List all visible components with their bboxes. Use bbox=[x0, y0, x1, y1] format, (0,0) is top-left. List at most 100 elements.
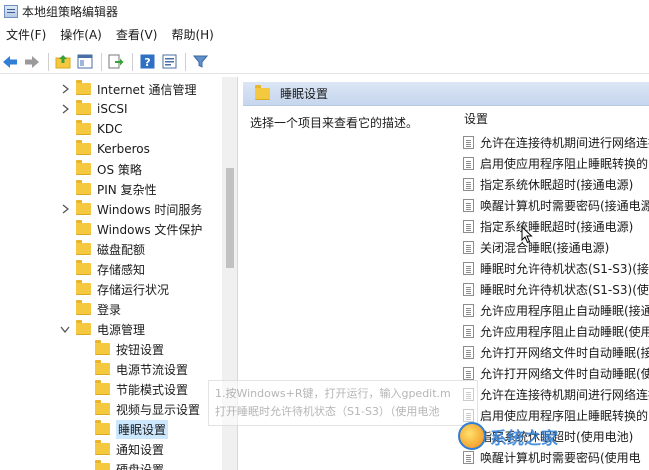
tree-item-label: Windows 文件保护 bbox=[97, 222, 203, 237]
folder-icon bbox=[95, 380, 110, 395]
menu-action[interactable]: 操作(A) bbox=[54, 25, 108, 45]
tree-item[interactable]: 登录 bbox=[60, 299, 121, 319]
setting-row[interactable]: 允许打开网络文件时自动睡眠(接 bbox=[461, 342, 649, 362]
setting-row[interactable]: 启用使应用程序阻止睡眠转换的 bbox=[461, 153, 649, 173]
tree-item[interactable]: KDC bbox=[60, 119, 123, 139]
tree-item[interactable]: Windows 时间服务 bbox=[60, 199, 202, 219]
details-header-title: 睡眠设置 bbox=[280, 87, 329, 101]
setting-label: 允许应用程序阻止自动睡眠(使用 bbox=[480, 324, 649, 339]
tree-item[interactable]: 节能模式设置 bbox=[79, 379, 188, 399]
menu-file[interactable]: 文件(F) bbox=[0, 25, 52, 45]
setting-row[interactable]: 唤醒计算机时需要密码(使用电 bbox=[461, 447, 649, 467]
logo-badge-icon bbox=[458, 422, 486, 450]
setting-label: 允许打开网络文件时自动睡眠(使 bbox=[480, 366, 649, 381]
setting-row[interactable]: 唤醒计算机时需要密码(接通电源) bbox=[461, 195, 649, 215]
policy-setting-icon bbox=[463, 219, 474, 233]
tree-item-label: 磁盘配额 bbox=[97, 242, 146, 257]
tree-item[interactable]: OS 策略 bbox=[60, 159, 142, 179]
tutorial-line-2: 打开睡眠时允许待机状态（S1-S3）（使用电池 bbox=[215, 405, 440, 418]
back-arrow-icon[interactable] bbox=[0, 52, 20, 72]
chevron-down-icon[interactable] bbox=[60, 324, 70, 334]
show-hide-tree-icon[interactable] bbox=[75, 52, 95, 72]
tree-item[interactable]: 视频与显示设置 bbox=[79, 399, 200, 419]
toolbar-separator bbox=[48, 52, 49, 71]
setting-row[interactable]: 允许应用程序阻止自动睡眠(接通 bbox=[461, 300, 649, 320]
folder-icon bbox=[76, 100, 91, 115]
tree-item[interactable]: 磁盘配额 bbox=[60, 239, 145, 259]
folder-icon bbox=[76, 120, 91, 135]
policy-setting-icon bbox=[463, 345, 474, 359]
properties-icon[interactable] bbox=[159, 52, 179, 72]
setting-row[interactable]: 关闭混合睡眠(接通电源) bbox=[461, 237, 649, 257]
folder-icon bbox=[76, 220, 91, 235]
folder-icon bbox=[76, 180, 91, 195]
setting-label: 关闭混合睡眠(接通电源) bbox=[480, 240, 610, 255]
menu-view[interactable]: 查看(V) bbox=[110, 25, 164, 45]
setting-row[interactable]: 指定系统休眠超时(接通电源) bbox=[461, 174, 649, 194]
policy-setting-icon bbox=[463, 366, 474, 380]
open-folder-icon bbox=[76, 320, 91, 335]
folder-icon bbox=[76, 80, 91, 95]
tree-item-label: 登录 bbox=[97, 302, 122, 317]
column-header-setting[interactable]: 设置 bbox=[464, 110, 488, 128]
tree-item[interactable]: Internet 通信管理 bbox=[60, 79, 196, 99]
svg-text:?: ? bbox=[144, 56, 150, 69]
description-text: 选择一个项目来查看它的描述。 bbox=[250, 116, 419, 130]
folder-icon bbox=[76, 300, 91, 315]
open-folder-icon bbox=[95, 420, 110, 435]
tree-item-label: Internet 通信管理 bbox=[97, 82, 197, 97]
setting-row[interactable]: 允许在连接待机期间进行网络连接 bbox=[461, 384, 649, 404]
setting-label: 启用使应用程序阻止睡眠转换的 bbox=[480, 408, 649, 423]
filter-icon[interactable] bbox=[190, 52, 210, 72]
tree-item[interactable]: 电源节流设置 bbox=[79, 359, 188, 379]
tree-scrollbar-thumb[interactable] bbox=[226, 168, 234, 268]
tree-item-selected[interactable]: 睡眠设置 bbox=[79, 419, 169, 439]
folder-icon bbox=[76, 140, 91, 155]
tree-item-label: Windows 时间服务 bbox=[97, 202, 203, 217]
details-header: 睡眠设置 bbox=[243, 82, 649, 106]
chevron-right-icon[interactable] bbox=[60, 204, 70, 214]
tree-item[interactable]: 存储运行状况 bbox=[60, 279, 169, 299]
tree-item[interactable]: 硬盘设置 bbox=[79, 459, 164, 470]
tree-item[interactable]: 存储感知 bbox=[60, 259, 145, 279]
tree-item[interactable]: 通知设置 bbox=[79, 439, 164, 459]
menu-help[interactable]: 帮助(H) bbox=[165, 25, 219, 45]
tree-item-label: 睡眠设置 bbox=[116, 419, 169, 439]
policy-setting-icon bbox=[463, 282, 474, 296]
chevron-right-icon[interactable] bbox=[60, 84, 70, 94]
tree-item-label: 硬盘设置 bbox=[116, 462, 165, 470]
tree-item-label: KDC bbox=[97, 122, 123, 136]
forward-arrow-icon[interactable] bbox=[22, 52, 42, 72]
setting-label: 指定系统睡眠超时(接通电源) bbox=[480, 219, 634, 234]
export-list-icon[interactable] bbox=[106, 52, 126, 72]
tree-item[interactable]: Windows 文件保护 bbox=[60, 219, 202, 239]
tree-item[interactable]: Kerberos bbox=[60, 139, 150, 159]
tree-item[interactable]: PIN 复杂性 bbox=[60, 179, 157, 199]
setting-label: 唤醒计算机时需要密码(使用电 bbox=[480, 450, 641, 465]
setting-row[interactable]: 睡眠时允许待机状态(S1-S3)(接 bbox=[461, 258, 649, 278]
toolbar-separator bbox=[185, 52, 186, 71]
tree-item-label: PIN 复杂性 bbox=[97, 182, 157, 197]
toolbar: ? bbox=[0, 50, 649, 74]
folder-icon bbox=[95, 440, 110, 455]
setting-row[interactable]: 允许在连接待机期间进行网络连接 bbox=[461, 132, 649, 152]
help-icon[interactable]: ? bbox=[137, 52, 157, 72]
policy-setting-icon bbox=[463, 177, 474, 191]
chevron-right-icon[interactable] bbox=[60, 104, 70, 114]
tree-item[interactable]: iSCSI bbox=[60, 99, 128, 119]
setting-label: 允许在连接待机期间进行网络连接 bbox=[480, 387, 649, 402]
setting-row[interactable]: 指定系统睡眠超时(接通电源) bbox=[461, 216, 649, 236]
toolbar-separator bbox=[101, 52, 102, 71]
policy-setting-icon bbox=[463, 198, 474, 212]
setting-row[interactable]: 允许打开网络文件时自动睡眠(使 bbox=[461, 363, 649, 383]
folder-icon bbox=[95, 360, 110, 375]
setting-row[interactable]: 睡眠时允许待机状态(S1-S3)(使用 bbox=[461, 279, 649, 299]
tree-item-label: Kerberos bbox=[97, 142, 150, 156]
tree-pane: Internet 通信管理 iSCSI KDC Kerberos OS 策略 P… bbox=[0, 77, 238, 470]
setting-row[interactable]: 允许应用程序阻止自动睡眠(使用 bbox=[461, 321, 649, 341]
folder-icon bbox=[76, 160, 91, 175]
tree-item[interactable]: 电源管理 bbox=[60, 319, 145, 339]
folder-icon bbox=[76, 280, 91, 295]
folder-up-icon[interactable] bbox=[53, 52, 73, 72]
tree-item[interactable]: 按钮设置 bbox=[79, 339, 164, 359]
